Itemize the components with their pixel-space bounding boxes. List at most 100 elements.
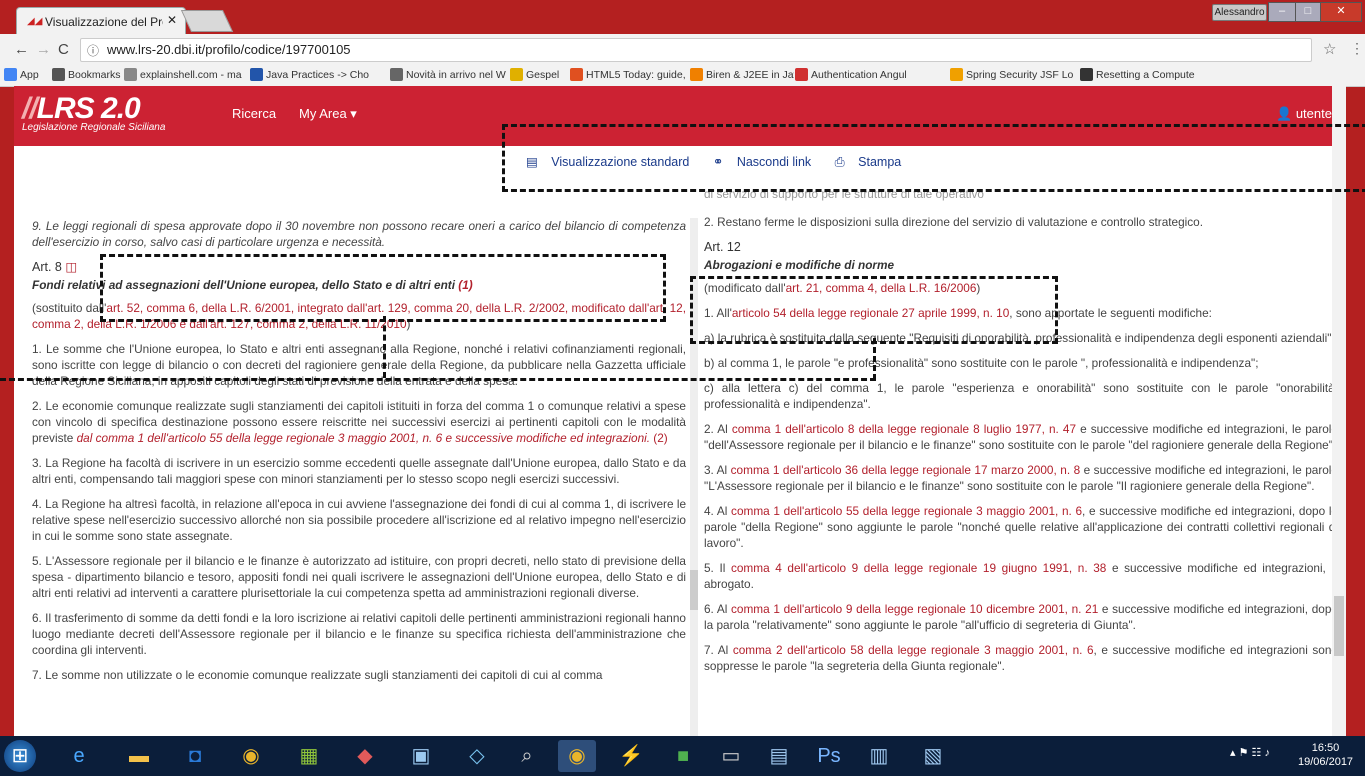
comma-2-link[interactable]: dal comma 1 dell'articolo 55 della legge… xyxy=(77,431,650,445)
c7-link[interactable]: comma 2 dell'articolo 58 della legge reg… xyxy=(733,643,1094,657)
annotation-connector-right xyxy=(873,338,876,380)
app-icon-3[interactable]: ▣ xyxy=(402,740,440,772)
bookmark-star-icon[interactable]: ☆ xyxy=(1323,40,1336,58)
c4-pre: 4. Al xyxy=(704,504,732,518)
nav-ricerca[interactable]: Ricerca xyxy=(232,106,276,121)
photoshop-icon[interactable]: Ps xyxy=(810,740,848,772)
c2-link[interactable]: comma 1 dell'articolo 8 della legge regi… xyxy=(732,422,1076,436)
chrome-icon[interactable]: ◉ xyxy=(232,740,270,772)
bookmark-item[interactable]: App xyxy=(4,68,50,81)
app-icon-1[interactable]: ▦ xyxy=(290,740,328,772)
user-icon: 👤 xyxy=(1276,106,1293,121)
site-favicon-icon: ◢◢ xyxy=(27,16,43,27)
annotation-box-modification xyxy=(690,276,1058,344)
page-scroll-thumb[interactable] xyxy=(1334,596,1344,656)
reload-icon[interactable]: C xyxy=(58,41,69,58)
address-bar-row: ← → C ⓘ www.lrs-20.dbi.it/profilo/codice… xyxy=(0,34,1365,64)
back-icon[interactable]: ← xyxy=(14,41,29,58)
bookmark-item[interactable]: Gespel xyxy=(510,68,568,81)
article-12-heading: Art. 12 xyxy=(704,240,741,254)
url-input[interactable]: ⓘ www.lrs-20.dbi.it/profilo/codice/19770… xyxy=(80,38,1312,62)
article-number: Art. 8 xyxy=(32,260,62,274)
comma-3: 3. La Regione ha facoltà di iscrivere in… xyxy=(32,456,686,486)
close-tab-icon[interactable]: ✕ xyxy=(167,13,177,27)
art12-comma-4: 4. Al comma 1 dell'articolo 55 della leg… xyxy=(704,503,1338,551)
app-icon-2[interactable]: ◆ xyxy=(346,740,384,772)
article-12-title: Abrogazioni e modifiche di norme xyxy=(704,258,895,272)
c3-link[interactable]: comma 1 dell'articolo 36 della legge reg… xyxy=(731,463,1080,477)
bookmark-icon xyxy=(950,68,963,81)
bookmark-item[interactable]: Resetting a Compute xyxy=(1080,68,1210,81)
bookmark-icon xyxy=(4,68,17,81)
bookmark-label: Novità in arrivo nel W xyxy=(406,69,506,81)
c4-link[interactable]: comma 1 dell'articolo 55 della legge reg… xyxy=(731,504,1082,518)
start-button-icon[interactable]: ⊞ xyxy=(4,740,36,772)
bookmark-label: Gespel xyxy=(526,69,560,81)
annotation-connector-left xyxy=(383,316,386,378)
app-icon-8[interactable]: ▥ xyxy=(860,740,898,772)
network-icon[interactable]: ☷ xyxy=(1252,747,1262,759)
logo-subtitle: Legislazione Regionale Siciliana xyxy=(22,122,166,133)
app-icon-4[interactable]: ◇ xyxy=(458,740,496,772)
browser-menu-icon[interactable]: ⋮ xyxy=(1350,40,1364,57)
bookmark-item[interactable]: Novità in arrivo nel W xyxy=(390,68,508,81)
nav-my-area[interactable]: My Area ▾ xyxy=(299,106,357,122)
note-2-link[interactable]: (2) xyxy=(650,431,667,445)
app-icon-7[interactable]: ▤ xyxy=(760,740,798,772)
bookmark-icon xyxy=(124,68,137,81)
bookmark-label: explainshell.com - ma xyxy=(140,69,242,81)
bookmark-item[interactable]: Biren & J2EE in Java B xyxy=(690,68,794,81)
bookmark-label: App xyxy=(20,69,39,81)
app-icon-6[interactable]: ■ xyxy=(664,740,702,772)
window-user-badge[interactable]: Alessandro xyxy=(1212,4,1267,21)
app-icon-5[interactable]: ⚡ xyxy=(612,740,650,772)
tab-bar: ◢◢ Visualizzazione del Profil ✕ Alessand… xyxy=(0,0,1365,35)
bookmark-item[interactable]: Bookmarks xyxy=(52,68,122,81)
c5-link[interactable]: comma 4 dell'articolo 9 della legge regi… xyxy=(731,561,1106,575)
bookmark-item[interactable]: Java Practices -> Cho xyxy=(250,68,388,81)
minimize-button[interactable]: – xyxy=(1268,2,1296,22)
bookmark-item[interactable]: Spring Security JSF Lo xyxy=(950,68,1078,81)
ie-icon[interactable]: e xyxy=(60,740,98,772)
terminal-icon[interactable]: ▭ xyxy=(712,740,750,772)
tray-arrow-icon[interactable]: ▴ xyxy=(1230,747,1236,759)
comma-4: 4. La Regione ha altresì facoltà, in rel… xyxy=(32,497,686,543)
c7-pre: 7. Al xyxy=(704,643,733,657)
bookmark-item[interactable]: HTML5 Today: guide, xyxy=(570,68,688,81)
clock-date: 19/06/2017 xyxy=(1298,756,1354,768)
logo-title: LRS 2.0 xyxy=(36,92,141,125)
right-paragraph-2: 2. Restano ferme le disposizioni sulla d… xyxy=(704,215,1204,229)
book-icon[interactable]: ◫ xyxy=(65,260,77,274)
comma-2: 2. Le economie comunque realizzate sugli… xyxy=(32,398,686,446)
app-icon-9[interactable]: ▧ xyxy=(914,740,952,772)
art12-letter-b: b) al comma 1, le parole "e professional… xyxy=(704,356,1259,370)
maximize-button[interactable]: □ xyxy=(1295,2,1321,22)
flag-icon[interactable]: ⚑ xyxy=(1239,747,1249,759)
search-icon[interactable]: ⌕ xyxy=(508,740,546,772)
bookmark-label: Biren & J2EE in Java B xyxy=(706,69,794,81)
bookmark-icon xyxy=(510,68,523,81)
right-column: di servizio di supporto per le strutture… xyxy=(704,186,1338,683)
bookmark-label: Authentication Angul xyxy=(811,69,907,81)
forward-icon[interactable]: → xyxy=(36,41,51,58)
bookmark-item[interactable]: explainshell.com - ma xyxy=(124,68,248,81)
volume-icon[interactable]: ♪ xyxy=(1264,747,1270,759)
new-tab-button[interactable] xyxy=(180,10,234,32)
clock-time: 16:50 xyxy=(1311,742,1340,754)
bookmark-icon xyxy=(795,68,808,81)
chrome-active-icon[interactable]: ◉ xyxy=(558,740,596,772)
art12-comma-5: 5. Il comma 4 dell'articolo 9 della legg… xyxy=(704,560,1338,592)
scroll-thumb[interactable] xyxy=(690,570,698,610)
comma-1: 1. Le somme che l'Unione europea, lo Sta… xyxy=(32,342,686,388)
close-window-button[interactable]: ✕ xyxy=(1320,2,1362,22)
outlook-icon[interactable]: ◘ xyxy=(176,740,214,772)
clock[interactable]: 16:50 19/06/2017 xyxy=(1298,741,1353,769)
browser-tab[interactable]: ◢◢ Visualizzazione del Profil ✕ xyxy=(16,7,186,35)
bookmark-item[interactable]: Authentication Angul xyxy=(795,68,947,81)
bookmark-icon xyxy=(1080,68,1093,81)
folder-icon[interactable]: ▬ xyxy=(120,740,158,772)
c6-link[interactable]: comma 1 dell'articolo 9 della legge regi… xyxy=(731,602,1098,616)
site-logo[interactable]: //LRS 2.0 Legislazione Regionale Sicilia… xyxy=(22,92,165,133)
annotation-box-toolbar xyxy=(502,124,1365,192)
art12-comma-2: 2. Al comma 1 dell'articolo 8 della legg… xyxy=(704,421,1338,453)
